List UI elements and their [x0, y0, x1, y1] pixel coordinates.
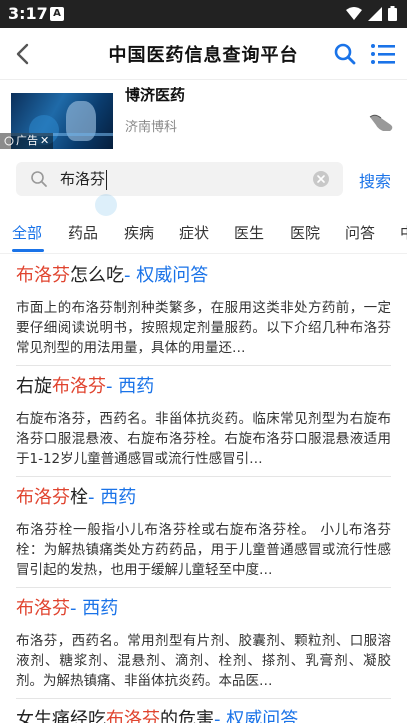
title-text: 的危害 — [160, 709, 214, 723]
search-row: 布洛芬 搜索 — [0, 152, 407, 208]
notification-icon: A — [50, 7, 64, 21]
menu-icon[interactable] — [369, 40, 397, 68]
category-tabs: 全部 药品 疾病 症状 医生 医院 问答 中 — [0, 214, 407, 254]
result-title: 布洛芬栓- 西药 — [16, 486, 391, 510]
active-tab-indicator — [12, 249, 44, 252]
wifi-icon — [346, 6, 362, 20]
result-tag: - 西药 — [70, 598, 119, 619]
tab-all[interactable]: 全部 — [12, 222, 42, 243]
result-item[interactable]: 布洛芬怎么吃- 权威问答 市面上的布洛芬制剂种类繁多，在服用这类非处方药前，一定… — [16, 264, 391, 366]
search-field-icon — [31, 171, 47, 187]
ad-subtitle: 济南博科 — [125, 120, 178, 135]
ad-title: 博济医药 — [125, 86, 186, 104]
result-tag: - 权威问答 — [124, 265, 209, 286]
result-title: 右旋布洛芬- 西药 — [16, 375, 391, 399]
result-description: 布洛芬栓一般指小儿布洛芬栓或右旋布洛芬栓。 小儿布洛芬栓：为解热镇痛类处方药药品… — [16, 522, 391, 578]
tab-more[interactable]: 中 — [400, 222, 407, 243]
status-bar: 3:17 A — [0, 0, 407, 28]
title-text: 栓 — [70, 487, 88, 508]
signal-icon — [368, 6, 382, 21]
battery-icon — [388, 6, 397, 21]
search-icon[interactable] — [331, 40, 359, 68]
result-item[interactable]: 右旋布洛芬- 西药 右旋布洛芬，西药名。非甾体抗炎药。临床常见剂型为右旋布洛芬口… — [16, 375, 391, 477]
pointer-hand-icon — [369, 114, 393, 131]
tab-symptoms[interactable]: 症状 — [179, 222, 209, 243]
info-icon — [4, 136, 14, 146]
result-tag: - 西药 — [106, 376, 155, 397]
result-item[interactable]: 布洛芬- 西药 布洛芬，西药名。常用剂型有片剂、胶囊剂、颗粒剂、口服溶液剂、糖浆… — [16, 597, 391, 699]
touch-indicator — [95, 194, 117, 216]
nav-bar: 中国医药信息查询平台 — [0, 28, 407, 80]
result-description: 右旋布洛芬，西药名。非甾体抗炎药。临床常见剂型为右旋布洛芬口服混悬液、右旋布洛芬… — [16, 411, 391, 467]
status-icons — [346, 6, 397, 21]
result-title: 女生痛经吃布洛芬的危害- 权威问答 — [16, 708, 391, 723]
clear-icon[interactable] — [313, 171, 329, 187]
tab-drugs[interactable]: 药品 — [68, 222, 98, 243]
search-box[interactable]: 布洛芬 — [16, 162, 343, 196]
search-button[interactable]: 搜索 — [359, 168, 391, 192]
text-caret — [106, 169, 108, 190]
result-item[interactable]: 布洛芬栓- 西药 布洛芬栓一般指小儿布洛芬栓或右旋布洛芬栓。 小儿布洛芬栓：为解… — [16, 486, 391, 588]
result-title: 布洛芬怎么吃- 权威问答 — [16, 264, 391, 288]
tab-qa[interactable]: 问答 — [345, 222, 375, 243]
title-highlight: 布洛芬 — [52, 376, 106, 397]
result-item[interactable]: 女生痛经吃布洛芬的危害- 权威问答 — [16, 708, 391, 723]
ad-label: 广告 ✕ — [0, 133, 54, 149]
title-highlight: 布洛芬 — [16, 487, 70, 508]
title-highlight: 布洛芬 — [16, 265, 70, 286]
result-title: 布洛芬- 西药 — [16, 597, 391, 621]
search-input-value: 布洛芬 — [60, 170, 106, 188]
title-text: 右旋 — [16, 376, 52, 397]
result-description: 布洛芬，西药名。常用剂型有片剂、胶囊剂、颗粒剂、口服溶液剂、糖浆剂、混悬剂、滴剂… — [16, 633, 391, 689]
title-highlight: 布洛芬 — [106, 709, 160, 723]
search-input[interactable]: 布洛芬 — [60, 162, 300, 196]
title-text: 怎么吃 — [70, 265, 124, 286]
tab-hospitals[interactable]: 医院 — [290, 222, 320, 243]
ad-banner[interactable]: 广告 ✕ 博济医药 济南博科 — [0, 81, 407, 151]
result-tag: - 西药 — [88, 487, 137, 508]
status-time: 3:17 — [8, 4, 48, 23]
tab-doctors[interactable]: 医生 — [234, 222, 264, 243]
result-tag: - 权威问答 — [214, 709, 299, 723]
ad-close-icon[interactable]: ✕ — [40, 133, 49, 149]
ad-label-text: 广告 — [16, 134, 38, 147]
title-highlight: 布洛芬 — [16, 598, 70, 619]
tab-diseases[interactable]: 疾病 — [124, 222, 154, 243]
result-description: 市面上的布洛芬制剂种类繁多，在服用这类非处方药前，一定要仔细阅读说明书，按照规定… — [16, 300, 391, 356]
title-text: 女生痛经吃 — [16, 709, 106, 723]
